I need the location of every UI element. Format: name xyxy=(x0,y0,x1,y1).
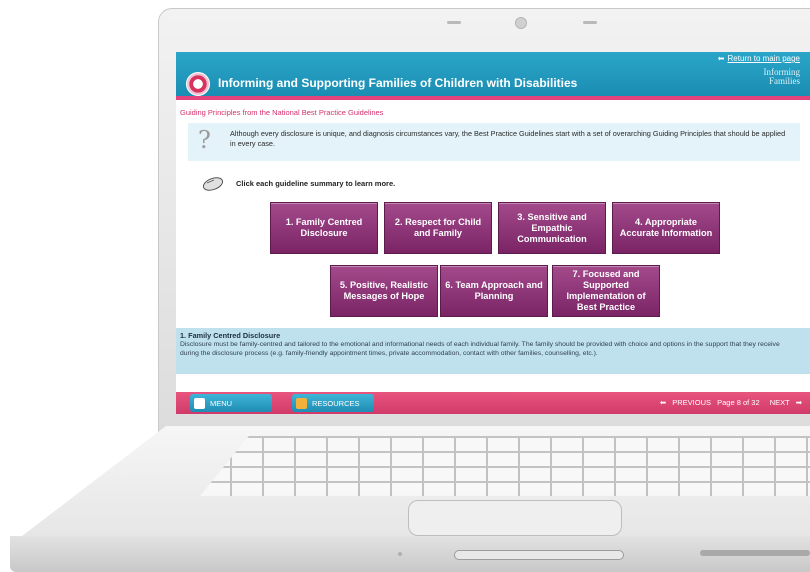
detail-title: 1. Family Centred Disclosure xyxy=(180,331,281,340)
resources-button-label: RESOURCES xyxy=(312,398,360,408)
footer-bar: MENU RESOURCES ⬅ PREVIOUS Page 8 of 32 N… xyxy=(176,392,810,414)
guideline-label-2: 2. Respect for Child and Family xyxy=(394,217,482,238)
next-label: NEXT xyxy=(769,398,790,407)
speaker-grill xyxy=(700,550,810,556)
guideline-label-6: 6. Team Approach and Planning xyxy=(445,280,543,301)
guideline-button-7[interactable]: 7. Focused and Supported Implementation … xyxy=(552,265,660,317)
laptop-base xyxy=(0,418,810,572)
detail-panel: 1. Family Centred Disclosure Disclosure … xyxy=(176,328,810,374)
guideline-button-1[interactable]: 1. Family Centred Disclosure xyxy=(270,202,378,254)
disc-slot xyxy=(454,550,624,560)
previous-label: PREVIOUS xyxy=(672,398,711,407)
guideline-button-5[interactable]: 5. Positive, Realistic Messages of Hope xyxy=(330,265,438,317)
return-link-label: Return to main page xyxy=(727,54,801,63)
laptop-front-edge xyxy=(10,536,810,572)
guideline-label-4: 4. Appropriate Accurate Information xyxy=(619,217,713,238)
guideline-button-2[interactable]: 2. Respect for Child and Family xyxy=(384,202,492,254)
header-bar: ⬅ Return to main page Informing and Suppo… xyxy=(176,52,810,96)
guideline-label-3: 3. Sensitive and Empathic Communication xyxy=(517,211,587,244)
brand-line2: Families xyxy=(769,76,800,86)
question-mark-icon: ? xyxy=(198,126,211,154)
power-led-icon xyxy=(398,552,402,556)
menu-button[interactable]: MENU xyxy=(190,394,272,412)
arrow-right-icon: ➡ xyxy=(795,398,802,407)
guideline-button-3[interactable]: 3. Sensitive and Empathic Communication xyxy=(498,202,606,254)
app-screen: ⬅ Return to main page Informing and Suppo… xyxy=(176,52,810,414)
return-to-main-link[interactable]: ⬅ Return to main page xyxy=(718,54,800,63)
resources-button[interactable]: RESOURCES xyxy=(292,394,374,412)
folder-icon xyxy=(296,397,307,409)
webcam-icon xyxy=(515,17,527,29)
guideline-button-6[interactable]: 6. Team Approach and Planning xyxy=(440,265,548,317)
menu-icon xyxy=(194,397,205,409)
guideline-label-5: 5. Positive, Realistic Messages of Hope xyxy=(339,280,429,301)
mouse-icon xyxy=(202,177,224,191)
header-divider xyxy=(176,96,810,100)
keyboard-rows xyxy=(200,436,810,496)
intro-text: Although every disclosure is unique, and… xyxy=(230,129,786,148)
previous-link[interactable]: ⬅ PREVIOUS xyxy=(656,398,711,407)
app-logo-icon xyxy=(186,72,210,96)
pager: ⬅ PREVIOUS Page 8 of 32 NEXT ➡ xyxy=(652,398,802,407)
arrow-left-icon: ⬅ xyxy=(659,398,667,407)
guideline-label-1: 1. Family Centred Disclosure xyxy=(285,217,363,238)
menu-button-label: MENU xyxy=(210,398,233,408)
page-subtitle: Guiding Principles from the National Bes… xyxy=(180,108,384,117)
guideline-label-7: 7. Focused and Supported Implementation … xyxy=(566,269,646,312)
lid-slot-left xyxy=(447,21,461,24)
brand-logo: Informing Families xyxy=(730,68,801,86)
instruction-text: Click each guideline summary to learn mo… xyxy=(236,179,396,188)
page-indicator: Page 8 of 32 xyxy=(717,398,760,407)
lid-slot-right xyxy=(583,21,597,24)
app-title: Informing and Supporting Families of Chi… xyxy=(218,76,578,90)
trackpad xyxy=(408,500,622,536)
intro-panel: ? Although every disclosure is unique, a… xyxy=(188,123,800,161)
arrow-left-icon: ⬅ xyxy=(717,54,725,63)
detail-text: Disclosure must be family-centred and ta… xyxy=(180,341,780,357)
next-link[interactable]: NEXT ➡ xyxy=(766,398,802,407)
guideline-button-4[interactable]: 4. Appropriate Accurate Information xyxy=(612,202,720,254)
